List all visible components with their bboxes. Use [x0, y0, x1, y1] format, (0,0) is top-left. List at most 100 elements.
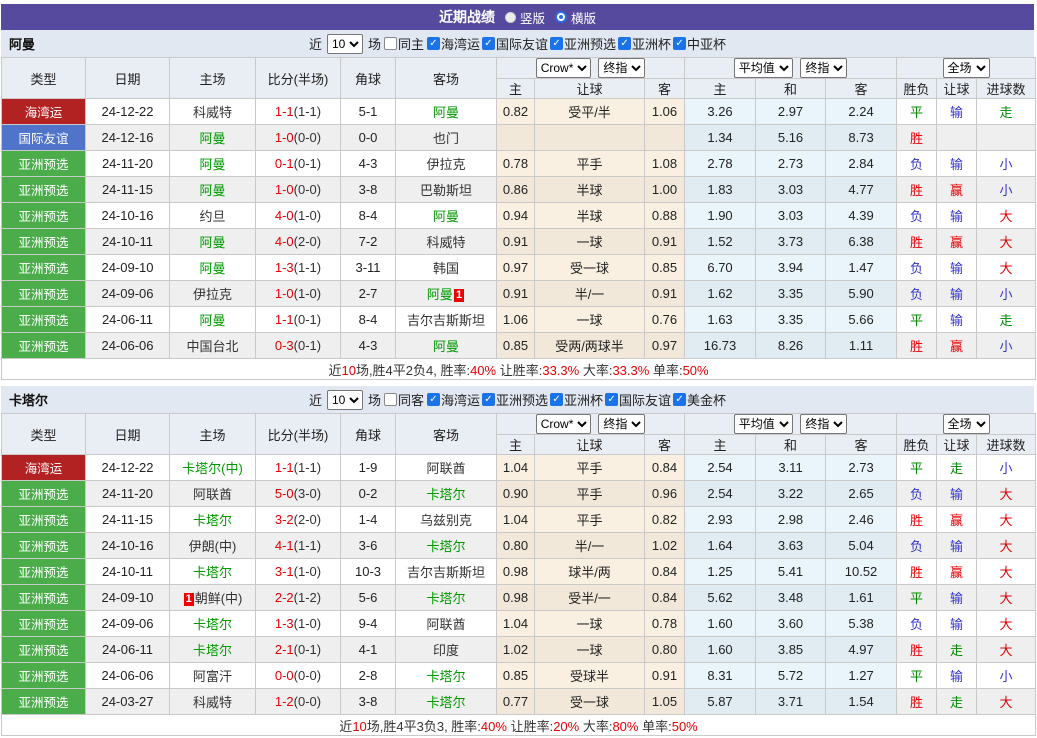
- cell-date: 24-06-06: [86, 333, 170, 359]
- header-score: 比分(半场): [256, 58, 341, 99]
- cell-corner: 1-9: [341, 455, 396, 481]
- average-select[interactable]: 平均值: [734, 414, 793, 434]
- final-index-select[interactable]: 终指: [598, 58, 645, 78]
- radio-horizontal-option[interactable]: 横版: [555, 8, 596, 27]
- checkbox-checked-icon[interactable]: ✓: [427, 37, 440, 50]
- competition-label: 亚洲杯: [632, 34, 671, 53]
- cell-odds-away: 0.88: [645, 203, 685, 229]
- cell-odds-away: 1.02: [645, 533, 685, 559]
- home-team-name: 阿曼: [199, 261, 225, 276]
- cell-avg-draw: 3.03: [756, 177, 826, 203]
- subheader-odds-home: 主: [497, 435, 535, 455]
- home-team-name: 约旦: [199, 209, 225, 224]
- filter-controls: 近 10 场 同主 ✓海湾运✓国际友谊✓亚洲预选✓亚洲杯✓中亚杯: [309, 34, 726, 54]
- competition-filter[interactable]: ✓美金杯: [673, 390, 726, 409]
- home-team-name: 阿曼: [199, 235, 225, 250]
- checkbox-checked-icon[interactable]: ✓: [482, 37, 495, 50]
- final-index-select[interactable]: 终指: [598, 414, 645, 434]
- final-index-select-2[interactable]: 终指: [800, 414, 847, 434]
- radio-horizontal-button[interactable]: [555, 11, 567, 23]
- competition-filter[interactable]: ✓海湾运: [427, 34, 480, 53]
- checkbox-checked-icon[interactable]: ✓: [605, 393, 618, 406]
- summary-text: 单率:: [649, 363, 682, 378]
- cell-handicap-line: 平手: [535, 481, 645, 507]
- cell-avg-home: 1.60: [685, 611, 756, 637]
- checkbox-unchecked-icon[interactable]: [384, 393, 397, 406]
- average-select[interactable]: 平均值: [734, 58, 793, 78]
- cell-odds-home: 0.91: [497, 281, 535, 307]
- home-team-name: 伊拉克: [193, 287, 232, 302]
- cell-competition-type: 海湾运: [2, 455, 86, 481]
- radio-vertical-button[interactable]: [505, 12, 516, 23]
- checkbox-checked-icon[interactable]: ✓: [550, 37, 563, 50]
- subheader-avg-home: 主: [685, 435, 756, 455]
- same-side-filter[interactable]: 同客: [384, 390, 424, 409]
- results-table: 类型 日期 主场 比分(半场) 角球 客场 Crow* 终指 平均值 终指: [1, 413, 1036, 736]
- competition-filter[interactable]: ✓亚洲杯: [550, 390, 603, 409]
- cell-competition-type: 亚洲预选: [2, 663, 86, 689]
- checkbox-checked-icon[interactable]: ✓: [673, 37, 686, 50]
- header-date: 日期: [86, 414, 170, 455]
- competition-filter[interactable]: ✓海湾运: [427, 390, 480, 409]
- recent-count-select[interactable]: 10: [327, 34, 363, 54]
- cell-score: 1-0(1-0): [256, 281, 341, 307]
- away-team-name: 阿曼: [433, 339, 459, 354]
- subheader-result: 胜负: [897, 79, 937, 99]
- summary-text: 10: [352, 719, 366, 734]
- cell-handicap-result: 输: [937, 307, 977, 333]
- away-team-name: 阿联酋: [426, 461, 465, 476]
- cell-goals-result: 大: [977, 585, 1036, 611]
- cell-handicap-line: 球半/两: [535, 559, 645, 585]
- cell-date: 24-10-16: [86, 203, 170, 229]
- competition-filter[interactable]: ✓中亚杯: [673, 34, 726, 53]
- matches-label: 场: [368, 34, 381, 53]
- cell-away-team: 伊拉克: [396, 151, 497, 177]
- cell-handicap-result: 输: [937, 255, 977, 281]
- cell-score: 4-0(1-0): [256, 203, 341, 229]
- cell-corner: 5-1: [341, 99, 396, 125]
- competition-filter[interactable]: ✓亚洲杯: [618, 34, 671, 53]
- cell-competition-type: 亚洲预选: [2, 281, 86, 307]
- radio-vertical-option[interactable]: 竖版: [505, 8, 545, 27]
- checkbox-checked-icon[interactable]: ✓: [673, 393, 686, 406]
- checkbox-unchecked-icon[interactable]: [384, 37, 397, 50]
- competition-filter[interactable]: ✓亚洲预选: [482, 390, 548, 409]
- cell-handicap-line: 平手: [535, 507, 645, 533]
- cell-avg-home: 1.62: [685, 281, 756, 307]
- final-index-select-2[interactable]: 终指: [800, 58, 847, 78]
- cell-odds-away: [645, 125, 685, 151]
- cell-home-team: 卡塔尔: [170, 611, 256, 637]
- checkbox-checked-icon[interactable]: ✓: [550, 393, 563, 406]
- fulltime-score: 4-1: [275, 538, 294, 553]
- full-match-select[interactable]: 全场: [943, 58, 990, 78]
- results-body: 海湾运24-12-22科威特1-1(1-1)5-1阿曼0.82受平/半1.063…: [2, 99, 1036, 359]
- cell-handicap-result: 赢: [937, 507, 977, 533]
- cell-match-result: 平: [897, 99, 937, 125]
- cell-competition-type: 亚洲预选: [2, 507, 86, 533]
- checkbox-checked-icon[interactable]: ✓: [618, 37, 631, 50]
- cell-date: 24-12-22: [86, 455, 170, 481]
- cell-score: 1-1(0-1): [256, 307, 341, 333]
- full-match-select[interactable]: 全场: [943, 414, 990, 434]
- cell-odds-home: 0.91: [497, 229, 535, 255]
- team-name: 阿曼: [9, 34, 35, 53]
- cell-corner: 7-2: [341, 229, 396, 255]
- recent-count-select[interactable]: 10: [327, 390, 363, 410]
- competition-filter[interactable]: ✓国际友谊: [605, 390, 671, 409]
- bookmaker-select[interactable]: Crow*: [536, 58, 591, 78]
- checkbox-checked-icon[interactable]: ✓: [482, 393, 495, 406]
- checkbox-checked-icon[interactable]: ✓: [427, 393, 440, 406]
- home-team-name: 科威特: [193, 695, 232, 710]
- cell-avg-away: 2.73: [826, 455, 897, 481]
- same-side-filter[interactable]: 同主: [384, 34, 424, 53]
- competition-filter[interactable]: ✓亚洲预选: [550, 34, 616, 53]
- cell-goals-result: 小: [977, 663, 1036, 689]
- cell-odds-away: 1.06: [645, 99, 685, 125]
- cell-corner: 1-4: [341, 507, 396, 533]
- fulltime-score: 1-3: [275, 616, 294, 631]
- cell-handicap-result: [937, 125, 977, 151]
- competition-filter[interactable]: ✓国际友谊: [482, 34, 548, 53]
- cell-avg-home: 1.52: [685, 229, 756, 255]
- bookmaker-select[interactable]: Crow*: [536, 414, 591, 434]
- cell-handicap-result: 走: [937, 689, 977, 715]
